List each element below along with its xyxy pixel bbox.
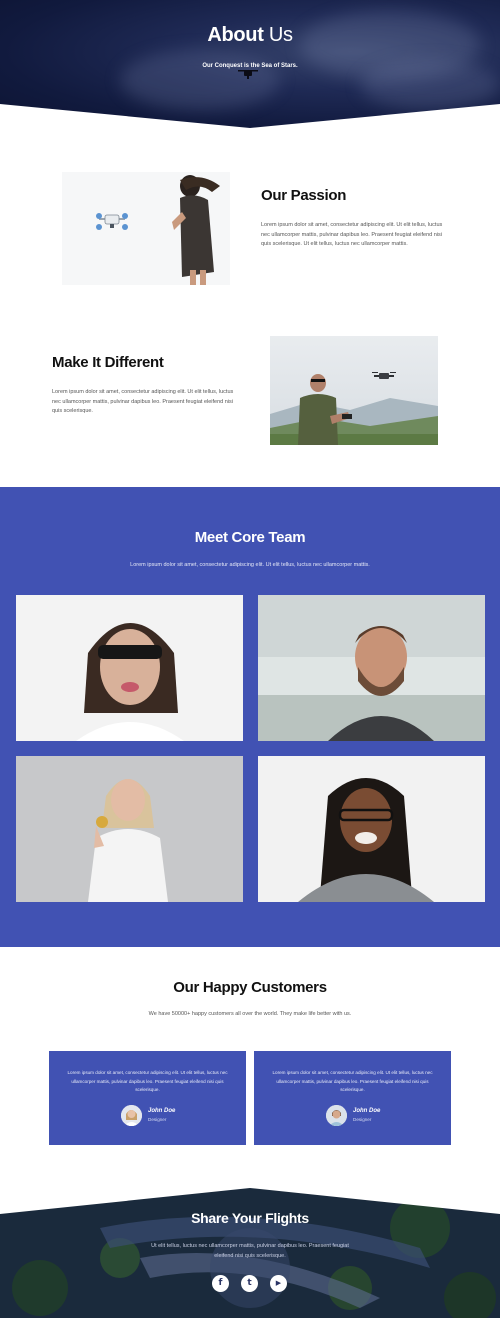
- testimonial-card: Lorem ipsum dolor sit amet, consectetur …: [254, 1051, 451, 1145]
- team-member-card: [16, 595, 243, 741]
- testimonial-role: Designer: [148, 1117, 167, 1122]
- testimonial-name: John Doe: [353, 1108, 381, 1114]
- passion-text: Lorem ipsum dolor sit amet, consectetur …: [261, 222, 443, 247]
- youtube-icon[interactable]: ▶: [270, 1275, 287, 1292]
- team-member-card: [258, 756, 485, 902]
- different-image: [270, 336, 438, 445]
- avatar: [326, 1105, 347, 1126]
- facebook-icon[interactable]: f: [212, 1275, 229, 1292]
- team-heading: Meet Core Team: [194, 529, 306, 546]
- testimonial-text: Lorem ipsum dolor sit amet, consectetur …: [272, 1070, 433, 1092]
- footer-heading: Share Your Flights: [191, 1210, 309, 1226]
- avatar: [121, 1105, 142, 1126]
- team-section: Meet Core Team Lorem ipsum dolor sit ame…: [0, 487, 500, 947]
- testimonial-role: Designer: [353, 1117, 372, 1122]
- footer-text: Ut elit tellus, luctus nec ullamcorper m…: [151, 1243, 349, 1259]
- team-member-card: [16, 756, 243, 902]
- testimonial-text: Lorem ipsum dolor sit amet, consectetur …: [67, 1070, 228, 1092]
- different-text: Lorem ipsum dolor sit amet, consectetur …: [52, 389, 234, 414]
- testimonial-card: Lorem ipsum dolor sit amet, consectetur …: [49, 1051, 246, 1145]
- passion-heading: Our Passion: [261, 187, 347, 204]
- testimonial-name: John Doe: [148, 1108, 176, 1114]
- team-text: Lorem ipsum dolor sit amet, consectetur …: [130, 562, 370, 568]
- different-heading: Make It Different: [52, 354, 164, 371]
- customers-heading: Our Happy Customers: [173, 979, 327, 996]
- twitter-icon[interactable]: t: [241, 1275, 258, 1292]
- page-title: About Us: [207, 24, 293, 46]
- drone-icon: [238, 70, 258, 79]
- passion-image: [62, 172, 230, 285]
- team-member-card: [258, 595, 485, 741]
- customers-subtitle: We have 50000+ happy customers all over …: [148, 1011, 352, 1017]
